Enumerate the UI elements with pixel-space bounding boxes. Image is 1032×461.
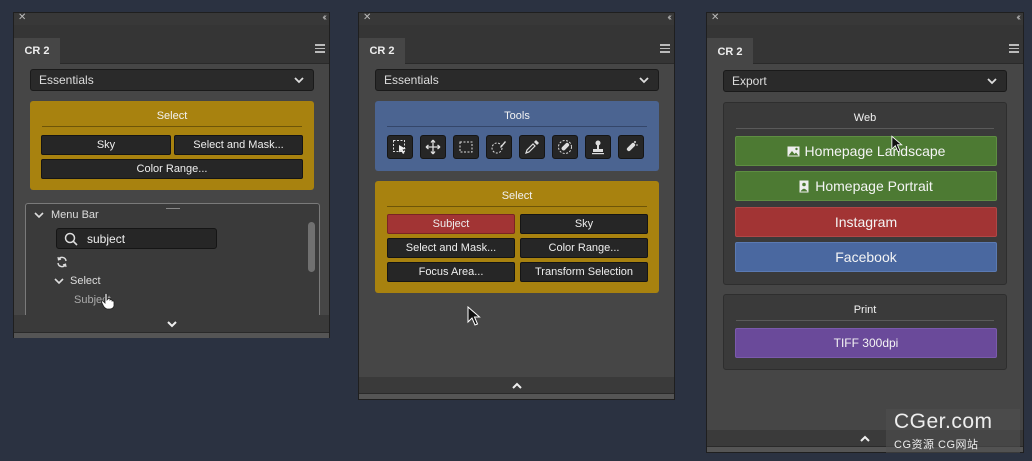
facebook-button[interactable]: Facebook [735, 242, 997, 272]
panel-1-bottom-edge [14, 332, 329, 338]
resize-handle[interactable] [166, 208, 180, 209]
button-label: Homepage Portrait [815, 178, 933, 194]
panel-1: ✕ ‹‹ CR 2 Essentials Select Sky Select a… [13, 12, 330, 338]
panel-menu-icon[interactable] [1009, 44, 1019, 53]
color-range-button[interactable]: Color Range... [41, 159, 303, 179]
print-box: Print TIFF 300dpi [723, 294, 1007, 370]
chevron-up-icon[interactable] [859, 434, 871, 444]
healing-brush-icon[interactable] [552, 135, 578, 159]
portrait-image-icon [799, 180, 809, 192]
panel-2-tab[interactable]: CR 2 [359, 38, 405, 64]
search-input-value: subject [87, 232, 126, 246]
chevron-down-icon[interactable] [54, 276, 64, 286]
tiff-300dpi-button[interactable]: TIFF 300dpi [735, 328, 997, 358]
chevron-down-icon[interactable] [34, 210, 44, 220]
hand-cursor-icon [101, 292, 115, 310]
panel-1-titlebar: ✕ ‹‹ [14, 12, 329, 25]
search-icon [64, 232, 78, 246]
panel-menu-icon[interactable] [660, 44, 670, 53]
dropdown-value: Essentials [384, 73, 439, 87]
chevron-up-icon[interactable] [511, 381, 523, 391]
box-title: Select [156, 110, 188, 122]
panel-2-tabrow: CR 2 [359, 25, 674, 64]
transform-selection-button[interactable]: Transform Selection [520, 262, 648, 282]
arrow-cursor-icon [891, 135, 903, 153]
close-icon[interactable]: ✕ [363, 12, 371, 23]
panel-1-tabrow: CR 2 [14, 25, 329, 64]
move-icon[interactable] [420, 135, 446, 159]
dropdown-value: Export [732, 74, 767, 88]
box-divider [387, 206, 647, 207]
color-range-button[interactable]: Color Range... [520, 238, 648, 258]
focus-area-button[interactable]: Focus Area... [387, 262, 515, 282]
web-box: Web Homepage Landscape Homepage Portrait… [723, 102, 1007, 285]
select-and-mask-button[interactable]: Select and Mask... [174, 135, 303, 155]
instagram-button[interactable]: Instagram [735, 207, 997, 237]
quick-selection-icon[interactable] [486, 135, 512, 159]
search-field[interactable]: subject [56, 228, 217, 249]
close-icon[interactable]: ✕ [711, 12, 719, 23]
panel-3-dropdown[interactable]: Export [723, 70, 1007, 92]
scrollbar[interactable] [308, 222, 315, 272]
box-divider [736, 128, 994, 129]
sky-button[interactable]: Sky [41, 135, 171, 155]
box-divider [387, 126, 647, 127]
chevron-down-icon [294, 77, 304, 84]
panel-menu-icon[interactable] [315, 44, 325, 53]
box-title: Print [853, 304, 877, 316]
sky-button[interactable]: Sky [520, 214, 648, 234]
watermark-sub: CG资源 CG网站 [894, 439, 979, 451]
select-subject-icon[interactable] [387, 135, 413, 159]
arrow-cursor-icon [467, 306, 481, 326]
close-icon[interactable]: ✕ [18, 12, 26, 23]
chevron-down-icon [987, 78, 997, 85]
panel-3-tabrow: CR 2 [707, 25, 1023, 65]
box-title: Select [501, 190, 533, 202]
chevron-down-icon[interactable] [166, 319, 178, 329]
box-title: Tools [504, 110, 530, 122]
panel-3-titlebar: ✕ ‹‹ [707, 12, 1023, 25]
tree-node-label[interactable]: Select [70, 275, 101, 287]
refresh-icon[interactable] [56, 256, 68, 268]
panel-1-dropdown[interactable]: Essentials [30, 69, 314, 91]
eyedropper-icon[interactable] [519, 135, 545, 159]
panel-2-select-box: Select Subject Sky Select and Mask... Co… [375, 181, 659, 293]
menu-tree: Menu Bar subject Select Subject [25, 203, 320, 321]
landscape-image-icon [787, 146, 800, 156]
panel-2-bottom-edge [359, 393, 674, 399]
watermark-main: CGer.com [894, 410, 993, 433]
subject-button[interactable]: Subject [387, 214, 515, 234]
spot-healing-icon[interactable] [618, 135, 644, 159]
box-divider [42, 126, 302, 127]
panel-2-titlebar: ✕ ‹‹ [359, 12, 674, 25]
homepage-portrait-button[interactable]: Homepage Portrait [735, 171, 997, 201]
marquee-icon[interactable] [453, 135, 479, 159]
collapse-icon[interactable]: ‹‹ [1016, 12, 1020, 23]
box-divider [736, 320, 994, 321]
button-label: Homepage Landscape [804, 143, 946, 159]
tools-box: Tools [375, 101, 659, 171]
panel-1-tab[interactable]: CR 2 [14, 38, 60, 64]
panel-1-bottom-bar [14, 315, 329, 333]
collapse-icon[interactable]: ‹‹ [322, 12, 326, 23]
stamp-icon[interactable] [585, 135, 611, 159]
panel-1-select-box: Select Sky Select and Mask... Color Rang… [30, 101, 314, 190]
chevron-down-icon [639, 77, 649, 84]
collapse-icon[interactable]: ‹‹ [667, 12, 671, 23]
dropdown-value: Essentials [39, 73, 94, 87]
panel-2-dropdown[interactable]: Essentials [375, 69, 659, 91]
watermark: CGer.com CG资源 CG网站 [886, 409, 1020, 453]
panel-3: ✕ ‹‹ CR 2 Export Web Homepage Landscape … [706, 12, 1024, 453]
panel-2: ✕ ‹‹ CR 2 Essentials Tools Select Subjec… [358, 12, 675, 400]
tree-root-label[interactable]: Menu Bar [51, 209, 99, 221]
select-and-mask-button[interactable]: Select and Mask... [387, 238, 515, 258]
panel-3-tab[interactable]: CR 2 [707, 38, 753, 65]
box-title: Web [853, 112, 877, 124]
homepage-landscape-button[interactable]: Homepage Landscape [735, 136, 997, 166]
